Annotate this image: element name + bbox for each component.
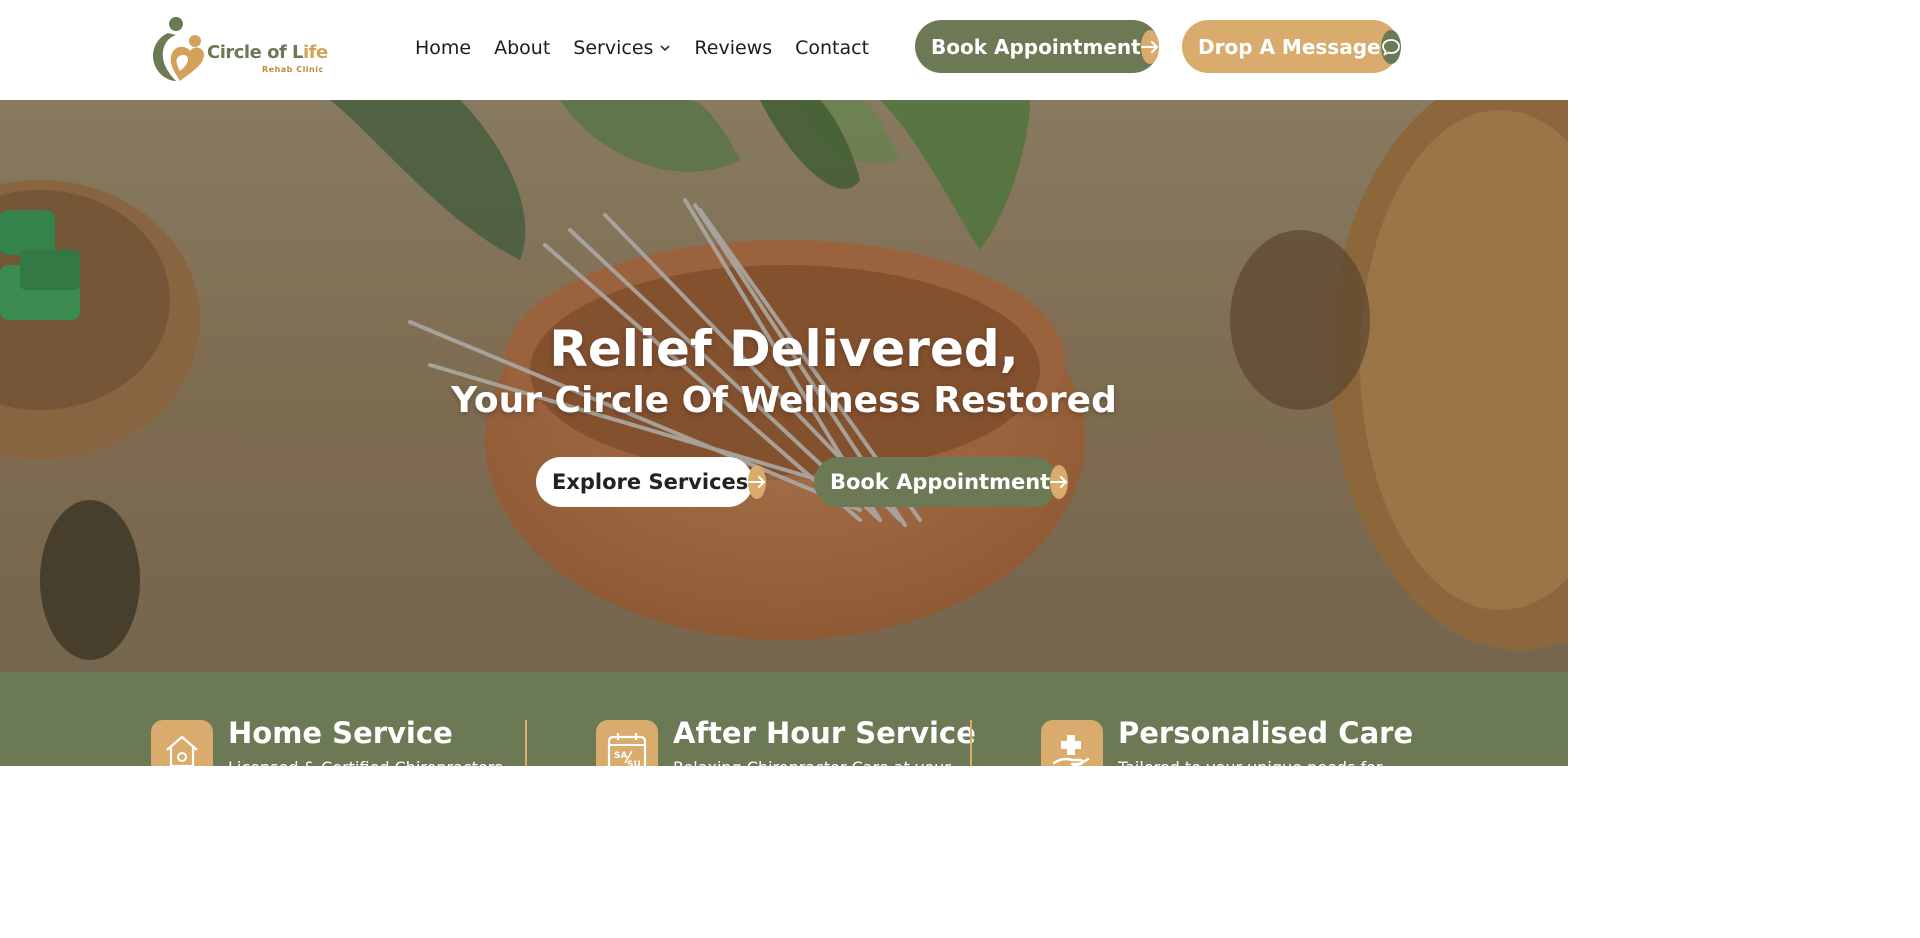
header-book-label: Book Appointment <box>931 34 1141 59</box>
svg-text:SA: SA <box>614 751 627 761</box>
feature-desc: Licensed & Certified Chiropractors <box>228 758 503 766</box>
logo[interactable]: Circle of Life Rehab Clinic <box>150 15 328 85</box>
header-book-appointment-button[interactable]: Book Appointment <box>915 20 1159 73</box>
logo-name-accent: ife <box>303 42 328 63</box>
hero-subtitle: Your Circle Of Wellness Restored <box>451 380 1117 421</box>
hand-medical-icon <box>1041 720 1103 766</box>
logo-subtitle: Rehab Clinic <box>262 65 324 74</box>
nav-services[interactable]: Services <box>573 37 671 59</box>
arrow-right-icon <box>1140 29 1159 64</box>
feature-divider <box>970 720 972 766</box>
svg-text:SU: SU <box>627 760 641 766</box>
drop-a-message-button[interactable]: Drop A Message <box>1182 20 1401 73</box>
logo-mark-icon <box>153 17 204 81</box>
feature-title: Home Service <box>228 716 453 750</box>
chat-bubble-icon <box>1380 29 1401 64</box>
feature-desc: Tailored to your unique needs for <box>1118 758 1383 766</box>
hero-book-appointment-button[interactable]: Book Appointment <box>814 457 1069 507</box>
drop-message-label: Drop A Message <box>1198 34 1381 59</box>
nav-reviews[interactable]: Reviews <box>694 37 772 59</box>
explore-services-label: Explore Services <box>552 470 749 494</box>
chevron-down-icon <box>659 44 671 52</box>
hero-section: Relief Delivered, Your Circle Of Wellnes… <box>0 100 1568 672</box>
home-location-icon <box>151 720 213 766</box>
main-nav: Home About Services Reviews Contact <box>415 37 892 59</box>
hero-book-label: Book Appointment <box>830 470 1051 494</box>
nav-about[interactable]: About <box>494 37 550 59</box>
explore-services-button[interactable]: Explore Services <box>536 457 767 507</box>
feature-title: After Hour Service <box>673 716 976 750</box>
nav-home[interactable]: Home <box>415 37 471 59</box>
nav-contact[interactable]: Contact <box>795 37 869 59</box>
hero-title: Relief Delivered, <box>549 320 1019 378</box>
calendar-weekend-icon: SA SU <box>596 720 658 766</box>
feature-divider <box>525 720 527 766</box>
feature-title: Personalised Care <box>1118 716 1414 750</box>
site-header: Circle of Life Rehab Clinic Home About S… <box>0 0 1568 100</box>
logo-name: Circle of Life <box>207 42 328 63</box>
features-strip: Home Service Licensed & Certified Chirop… <box>0 672 1568 766</box>
feature-desc: Relaxing Chiropractor Care at your <box>673 758 951 766</box>
